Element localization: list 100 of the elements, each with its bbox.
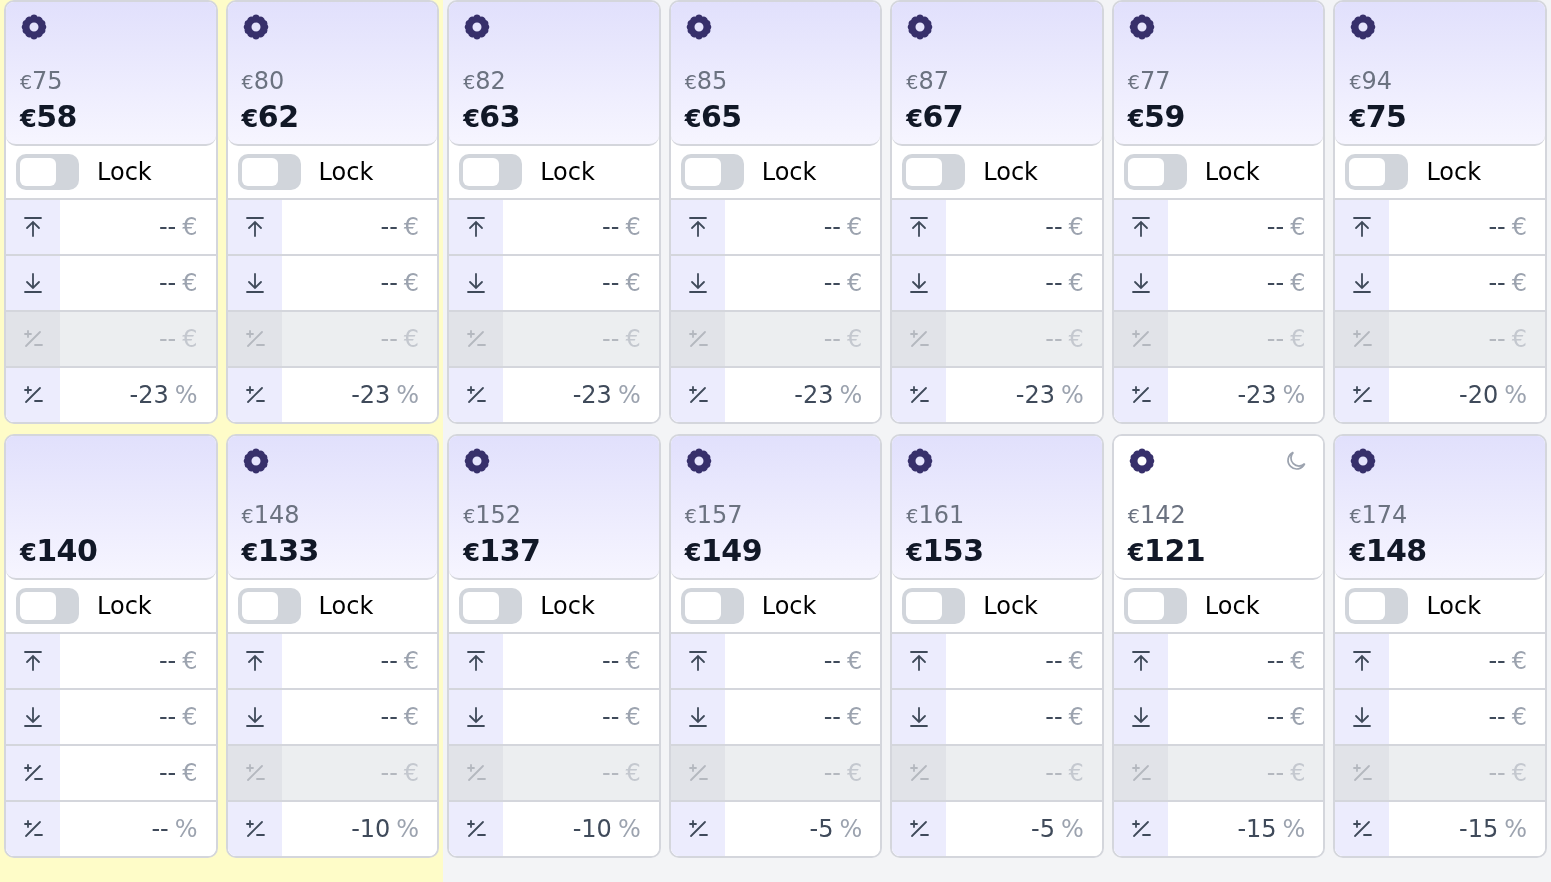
arrow-down-to-line-icon bbox=[21, 705, 45, 729]
lock-toggle[interactable] bbox=[680, 154, 744, 190]
rule-value[interactable]: -5 % bbox=[724, 802, 881, 856]
original-price: €82 bbox=[463, 66, 507, 97]
original-price: €87 bbox=[906, 66, 950, 97]
lock-toggle[interactable] bbox=[237, 154, 301, 190]
lock-toggle[interactable] bbox=[16, 154, 79, 190]
rule-value[interactable]: -15 % bbox=[1389, 802, 1545, 856]
rule-value[interactable]: -5 % bbox=[946, 802, 1102, 856]
lock-toggle[interactable] bbox=[902, 588, 966, 624]
lock-toggle[interactable] bbox=[16, 588, 79, 624]
original-price: €75 bbox=[20, 66, 64, 97]
rule-value[interactable]: -- € bbox=[946, 634, 1102, 688]
rule-value[interactable]: -- € bbox=[503, 256, 659, 310]
lock-toggle[interactable] bbox=[1345, 588, 1409, 624]
lock-label: Lock bbox=[761, 592, 817, 620]
rule-value[interactable]: -- € bbox=[60, 200, 216, 254]
rule-value[interactable]: -- € bbox=[1389, 200, 1545, 254]
rule-value[interactable]: -- € bbox=[1167, 634, 1324, 688]
original-price: €152 bbox=[463, 500, 523, 531]
current-price: €140 bbox=[20, 532, 99, 570]
lock-toggle[interactable] bbox=[459, 154, 523, 190]
rule-value[interactable]: -23 % bbox=[946, 368, 1102, 422]
lock-label: Lock bbox=[97, 158, 152, 186]
gear-icon bbox=[684, 13, 713, 41]
lock-toggle[interactable] bbox=[1123, 588, 1187, 624]
rule-value[interactable]: -- € bbox=[60, 746, 216, 800]
lock-toggle[interactable] bbox=[902, 154, 966, 190]
gear-icon bbox=[463, 447, 492, 475]
lock-label: Lock bbox=[761, 158, 817, 186]
rule-value[interactable]: -- % bbox=[60, 802, 216, 856]
original-price: €80 bbox=[241, 66, 286, 97]
rule-value[interactable]: -- € bbox=[724, 200, 881, 254]
current-price: €62 bbox=[241, 98, 300, 136]
arrow-down-to-line-icon bbox=[21, 271, 45, 295]
lock-toggle[interactable] bbox=[1345, 154, 1409, 190]
rule-value[interactable]: -- € bbox=[503, 200, 659, 254]
rule-value[interactable]: -15 % bbox=[1167, 802, 1324, 856]
lock-label: Lock bbox=[540, 592, 595, 620]
rule-value[interactable]: -- € bbox=[281, 634, 438, 688]
gear-icon bbox=[1127, 447, 1156, 475]
gear-icon bbox=[20, 13, 48, 41]
lock-toggle[interactable] bbox=[1123, 154, 1187, 190]
current-price: €153 bbox=[906, 532, 985, 570]
rule-value[interactable]: -- € bbox=[1389, 634, 1545, 688]
rule-value[interactable]: -- € bbox=[503, 634, 659, 688]
rule-value[interactable]: -- € bbox=[946, 256, 1102, 310]
gear-icon bbox=[906, 447, 935, 475]
lock-label: Lock bbox=[1426, 158, 1482, 186]
current-price: €58 bbox=[20, 98, 78, 136]
rule-value[interactable]: -23 % bbox=[503, 368, 659, 422]
original-price: €157 bbox=[684, 500, 744, 531]
rule-value[interactable]: -- € bbox=[724, 256, 881, 310]
rule-value[interactable]: -- € bbox=[946, 200, 1102, 254]
original-price: €174 bbox=[1349, 500, 1409, 531]
original-price: €85 bbox=[684, 66, 729, 97]
rule-value[interactable]: -10 % bbox=[281, 802, 438, 856]
lock-label: Lock bbox=[1204, 592, 1260, 620]
lock-label: Lock bbox=[318, 158, 374, 186]
rule-value[interactable]: -- € bbox=[1389, 690, 1545, 744]
rule-value[interactable]: -23 % bbox=[724, 368, 881, 422]
rule-value[interactable]: -- € bbox=[281, 200, 438, 254]
rule-value[interactable]: -- € bbox=[1389, 256, 1545, 310]
gear-icon bbox=[463, 13, 492, 41]
rule-value[interactable]: -23 % bbox=[1167, 368, 1324, 422]
current-price: €121 bbox=[1127, 532, 1207, 570]
original-price: €94 bbox=[1349, 66, 1394, 97]
rule-value[interactable]: -- € bbox=[503, 690, 659, 744]
gear-icon bbox=[906, 13, 935, 41]
lock-label: Lock bbox=[318, 592, 374, 620]
rule-value[interactable]: -20 % bbox=[1389, 368, 1545, 422]
rule-value[interactable]: -- € bbox=[724, 634, 881, 688]
lock-toggle[interactable] bbox=[680, 588, 744, 624]
rule-value[interactable]: -- € bbox=[60, 634, 216, 688]
lock-toggle[interactable] bbox=[459, 588, 523, 624]
rule-value[interactable]: -- € bbox=[724, 690, 881, 744]
rule-value[interactable]: -23 % bbox=[281, 368, 438, 422]
rule-value[interactable]: -- € bbox=[1167, 690, 1324, 744]
rule-value[interactable]: -23 % bbox=[60, 368, 216, 422]
gear-icon bbox=[1127, 13, 1156, 41]
rule-value[interactable]: -10 % bbox=[503, 802, 659, 856]
original-price: €77 bbox=[1127, 66, 1172, 97]
rule-value[interactable]: -- € bbox=[281, 690, 438, 744]
lock-label: Lock bbox=[983, 592, 1038, 620]
rule-value[interactable]: -- € bbox=[60, 256, 216, 310]
arrow-up-to-line-icon bbox=[21, 649, 45, 673]
rule-value[interactable]: -- € bbox=[281, 256, 438, 310]
gear-icon bbox=[684, 447, 713, 475]
lock-label: Lock bbox=[983, 158, 1038, 186]
lock-label: Lock bbox=[1204, 158, 1260, 186]
current-price: €137 bbox=[463, 532, 542, 570]
lock-label: Lock bbox=[1426, 592, 1482, 620]
rule-value[interactable]: -- € bbox=[1167, 256, 1324, 310]
original-price: €148 bbox=[241, 500, 301, 531]
lock-toggle[interactable] bbox=[237, 588, 301, 624]
current-price: €63 bbox=[463, 98, 522, 136]
rule-value[interactable]: -- € bbox=[946, 690, 1102, 744]
rule-value[interactable]: -- € bbox=[1167, 200, 1324, 254]
current-price: €133 bbox=[241, 532, 320, 570]
rule-value[interactable]: -- € bbox=[60, 690, 216, 744]
